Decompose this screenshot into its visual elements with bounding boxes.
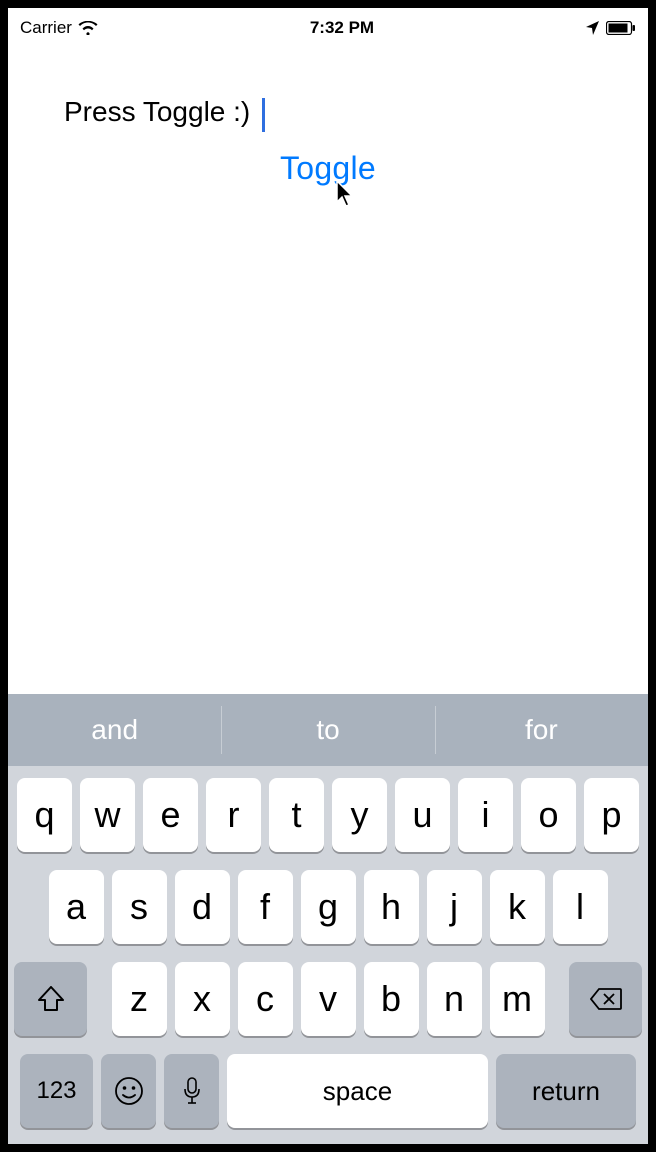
key-row-2: a s d f g h j k l [14, 870, 642, 944]
key-b[interactable]: b [364, 962, 419, 1036]
key-d[interactable]: d [175, 870, 230, 944]
key-a[interactable]: a [49, 870, 104, 944]
key-y[interactable]: y [332, 778, 387, 852]
key-k[interactable]: k [490, 870, 545, 944]
shift-key[interactable] [14, 962, 87, 1036]
key-z[interactable]: z [112, 962, 167, 1036]
key-n[interactable]: n [427, 962, 482, 1036]
key-x[interactable]: x [175, 962, 230, 1036]
key-rows: q w e r t y u i o p a s d f g h j k l [8, 766, 648, 1144]
key-p[interactable]: p [584, 778, 639, 852]
suggestion-bar: and to for [8, 694, 648, 766]
key-r[interactable]: r [206, 778, 261, 852]
key-row-1: q w e r t y u i o p [14, 778, 642, 852]
text-caret [262, 98, 265, 132]
key-e[interactable]: e [143, 778, 198, 852]
main-content: Press Toggle :) Toggle [8, 48, 648, 187]
key-t[interactable]: t [269, 778, 324, 852]
key-i[interactable]: i [458, 778, 513, 852]
space-key[interactable]: space [227, 1054, 488, 1128]
status-right [586, 21, 636, 35]
wifi-icon [78, 21, 98, 35]
numeric-key[interactable]: 123 [20, 1054, 93, 1128]
suggestion-1[interactable]: and [8, 694, 221, 766]
backspace-key[interactable] [569, 962, 642, 1036]
key-q[interactable]: q [17, 778, 72, 852]
key-f[interactable]: f [238, 870, 293, 944]
key-w[interactable]: w [80, 778, 135, 852]
key-u[interactable]: u [395, 778, 450, 852]
key-row-bottom: 123 space return [14, 1054, 642, 1136]
return-key[interactable]: return [496, 1054, 636, 1128]
suggestion-2[interactable]: to [221, 694, 434, 766]
key-l[interactable]: l [553, 870, 608, 944]
device-frame: Carrier 7:32 PM Press Toggle :) Toggle [8, 8, 648, 1144]
key-row-3: z x c v b n m [14, 962, 642, 1036]
key-s[interactable]: s [112, 870, 167, 944]
status-time: 7:32 PM [310, 18, 374, 38]
key-o[interactable]: o [521, 778, 576, 852]
location-icon [586, 21, 600, 35]
key-g[interactable]: g [301, 870, 356, 944]
key-h[interactable]: h [364, 870, 419, 944]
key-v[interactable]: v [301, 962, 356, 1036]
text-field-container[interactable]: Press Toggle :) [64, 96, 250, 132]
emoji-key[interactable] [101, 1054, 156, 1128]
keyboard: and to for q w e r t y u i o p a s d f [8, 694, 648, 1144]
key-j[interactable]: j [427, 870, 482, 944]
key-m[interactable]: m [490, 962, 545, 1036]
status-left: Carrier [20, 18, 98, 38]
battery-icon [606, 21, 636, 35]
suggestion-3[interactable]: for [435, 694, 648, 766]
carrier-label: Carrier [20, 18, 72, 38]
text-field[interactable]: Press Toggle :) [64, 96, 250, 127]
key-c[interactable]: c [238, 962, 293, 1036]
status-bar: Carrier 7:32 PM [8, 8, 648, 48]
toggle-button[interactable]: Toggle [280, 150, 376, 187]
dictation-key[interactable] [164, 1054, 219, 1128]
